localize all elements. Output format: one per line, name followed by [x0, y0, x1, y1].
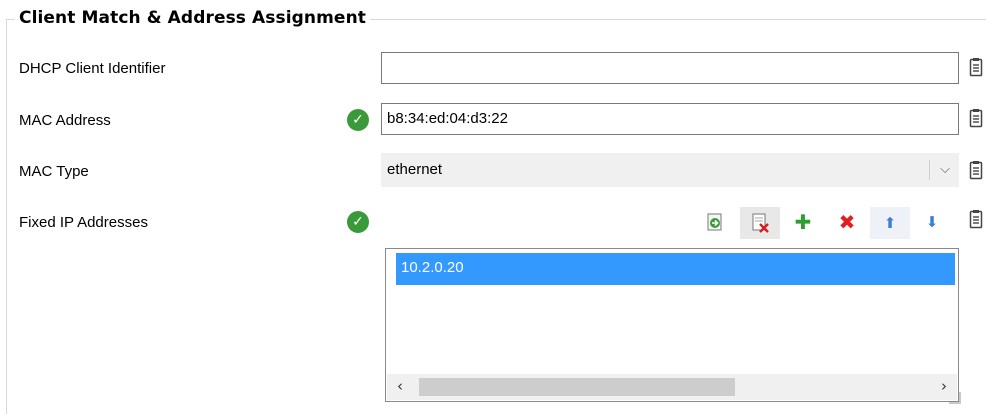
- scroll-right-icon[interactable]: ›: [941, 377, 947, 395]
- move-up-icon[interactable]: ⬆: [870, 207, 910, 239]
- clipboard-icon[interactable]: [969, 160, 983, 180]
- mac-type-selected-value: ethernet: [387, 161, 443, 178]
- chevron-down-icon[interactable]: ⌵: [940, 161, 950, 177]
- scrollbar-thumb[interactable]: [419, 378, 735, 396]
- clipboard-icon[interactable]: [969, 57, 983, 77]
- import-icon[interactable]: [702, 209, 728, 235]
- delete-icon[interactable]: ✖: [834, 209, 860, 235]
- select-separator: [929, 160, 930, 180]
- clipboard-icon[interactable]: [969, 209, 983, 229]
- clear-list-icon[interactable]: [740, 207, 780, 239]
- mac-address-label: MAC Address: [19, 112, 111, 129]
- check-circle-icon: ✓: [347, 211, 369, 233]
- dhcp-client-identifier-input[interactable]: [381, 52, 959, 84]
- scroll-left-icon[interactable]: ‹: [397, 377, 403, 395]
- add-icon[interactable]: ✚: [790, 209, 816, 235]
- mac-address-input[interactable]: b8:34:ed:04:d3:22: [381, 103, 959, 135]
- dhcp-client-identifier-label: DHCP Client Identifier: [19, 60, 166, 77]
- horizontal-scrollbar[interactable]: ‹ ›: [387, 374, 957, 400]
- fixed-ip-list[interactable]: 10.2.0.20 ‹ ›: [385, 248, 959, 402]
- clipboard-icon[interactable]: [969, 108, 983, 128]
- resize-grip-icon[interactable]: [949, 392, 961, 404]
- group-title: Client Match & Address Assignment: [15, 8, 370, 28]
- mac-type-select[interactable]: ethernet ⌵: [381, 153, 959, 187]
- check-circle-icon: ✓: [347, 109, 369, 131]
- fixed-ip-addresses-label: Fixed IP Addresses: [19, 214, 148, 231]
- move-down-icon[interactable]: ⬇: [919, 209, 945, 235]
- mac-type-label: MAC Type: [19, 163, 89, 180]
- list-item[interactable]: 10.2.0.20: [396, 253, 955, 285]
